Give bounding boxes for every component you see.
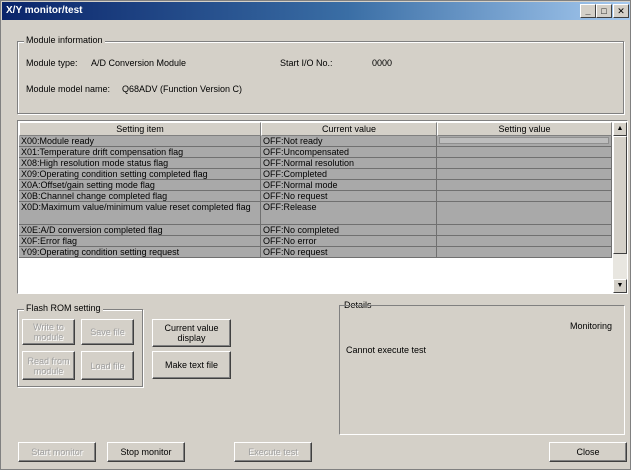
setting-item-cell: Y09:Operating condition setting request — [19, 247, 261, 258]
table-row[interactable]: X00:Module ready OFF:Not ready — [19, 136, 612, 147]
table-row[interactable]: Y09:Operating condition setting request O… — [19, 247, 612, 258]
setting-item-cell: X0A:Offset/gain setting mode flag — [19, 180, 261, 191]
setting-item-cell: X0E:A/D conversion completed flag — [19, 225, 261, 236]
module-information-legend: Module information — [24, 35, 105, 45]
module-model-value: Q68ADV (Function Version C) — [122, 84, 243, 94]
module-type-value: A/D Conversion Module — [91, 58, 187, 68]
setting-value-cell[interactable] — [437, 158, 612, 169]
current-value-cell: OFF:Completed — [261, 169, 437, 180]
read-from-module-button[interactable]: Read from module — [22, 351, 75, 380]
column-header-setting-item[interactable]: Setting item — [19, 122, 261, 136]
start-monitor-button[interactable]: Start monitor — [18, 442, 96, 462]
stop-monitor-button[interactable]: Stop monitor — [107, 442, 185, 462]
table-row[interactable]: X0A:Offset/gain setting mode flag OFF:Nor… — [19, 180, 612, 191]
xy-monitor-window: X/Y monitor/test _ □ ✕ Module informatio… — [0, 0, 631, 470]
current-value-cell: OFF:No error — [261, 236, 437, 247]
write-to-module-button[interactable]: Write to module — [22, 319, 75, 345]
current-value-cell: OFF:No completed — [261, 225, 437, 236]
start-io-value: 0000 — [372, 58, 393, 68]
current-value-cell: OFF:No request — [261, 247, 437, 258]
setting-item-cell: X08:High resolution mode status flag — [19, 158, 261, 169]
current-value-cell: OFF:No request — [261, 191, 437, 202]
start-io-label: Start I/O No.: — [280, 58, 333, 68]
column-header-setting-value[interactable]: Setting value — [437, 122, 612, 136]
window-title: X/Y monitor/test — [6, 5, 83, 16]
execute-test-button[interactable]: Execute test — [234, 442, 312, 462]
close-window-button[interactable]: ✕ — [613, 4, 629, 18]
table-row[interactable]: X0B:Channel change completed flag OFF:No … — [19, 191, 612, 202]
module-type-label: Module type: — [26, 58, 78, 68]
setting-item-cell: X09:Operating condition setting complete… — [19, 169, 261, 180]
setting-value-cell[interactable] — [437, 147, 612, 158]
table-row[interactable]: X0F:Error flag OFF:No error — [19, 236, 612, 247]
load-file-button[interactable]: Load file — [81, 351, 134, 380]
table-row[interactable]: X09:Operating condition setting complete… — [19, 169, 612, 180]
title-bar[interactable]: X/Y monitor/test _ □ ✕ — [2, 2, 630, 20]
settings-table[interactable]: Setting item Current value Setting value… — [17, 120, 628, 294]
minimize-button[interactable]: _ — [580, 4, 596, 18]
setting-value-cell[interactable] — [437, 180, 612, 191]
setting-value-cell[interactable] — [437, 191, 612, 202]
current-value-cell: OFF:Uncompensated — [261, 147, 437, 158]
setting-value-cell[interactable] — [437, 136, 612, 147]
scroll-down-icon[interactable]: ▼ — [613, 279, 627, 293]
maximize-button[interactable]: □ — [596, 4, 612, 18]
vertical-scrollbar[interactable]: ▲ ▼ — [613, 122, 627, 293]
table-row[interactable]: X08:High resolution mode status flag OFF:… — [19, 158, 612, 169]
flash-rom-setting-legend: Flash ROM setting — [24, 303, 103, 313]
save-file-button[interactable]: Save file — [81, 319, 134, 345]
setting-item-cell: X0F:Error flag — [19, 236, 261, 247]
setting-value-cell[interactable] — [437, 169, 612, 180]
setting-value-cell[interactable] — [437, 202, 612, 225]
current-value-cell: OFF:Normal mode — [261, 180, 437, 191]
table-row[interactable]: X01:Temperature drift compensation flag O… — [19, 147, 612, 158]
current-value-cell: OFF:Normal resolution — [261, 158, 437, 169]
current-value-cell: OFF:Release — [261, 202, 437, 225]
current-value-cell: OFF:Not ready — [261, 136, 437, 147]
selected-cell-highlight[interactable] — [439, 137, 609, 144]
scroll-up-icon[interactable]: ▲ — [613, 122, 627, 136]
module-model-label: Module model name: — [26, 84, 111, 94]
setting-item-cell: X00:Module ready — [19, 136, 261, 147]
setting-item-cell: X0D:Maximum value/minimum value reset co… — [19, 202, 261, 225]
current-value-display-button[interactable]: Current value display — [152, 319, 231, 347]
table-row[interactable]: X0D:Maximum value/minimum value reset co… — [19, 202, 612, 225]
details-message: Cannot execute test — [346, 345, 427, 355]
setting-value-cell[interactable] — [437, 236, 612, 247]
make-text-file-button[interactable]: Make text file — [152, 351, 231, 379]
setting-value-cell[interactable] — [437, 225, 612, 236]
setting-item-cell: X01:Temperature drift compensation flag — [19, 147, 261, 158]
details-status: Monitoring — [570, 321, 613, 331]
close-button[interactable]: Close — [549, 442, 627, 462]
table-row[interactable]: X0E:A/D conversion completed flag OFF:No … — [19, 225, 612, 236]
column-header-current-value[interactable]: Current value — [261, 122, 437, 136]
module-information-group: Module information — [17, 35, 624, 114]
setting-value-cell[interactable] — [437, 247, 612, 258]
scroll-thumb[interactable] — [613, 136, 627, 254]
setting-item-cell: X0B:Channel change completed flag — [19, 191, 261, 202]
